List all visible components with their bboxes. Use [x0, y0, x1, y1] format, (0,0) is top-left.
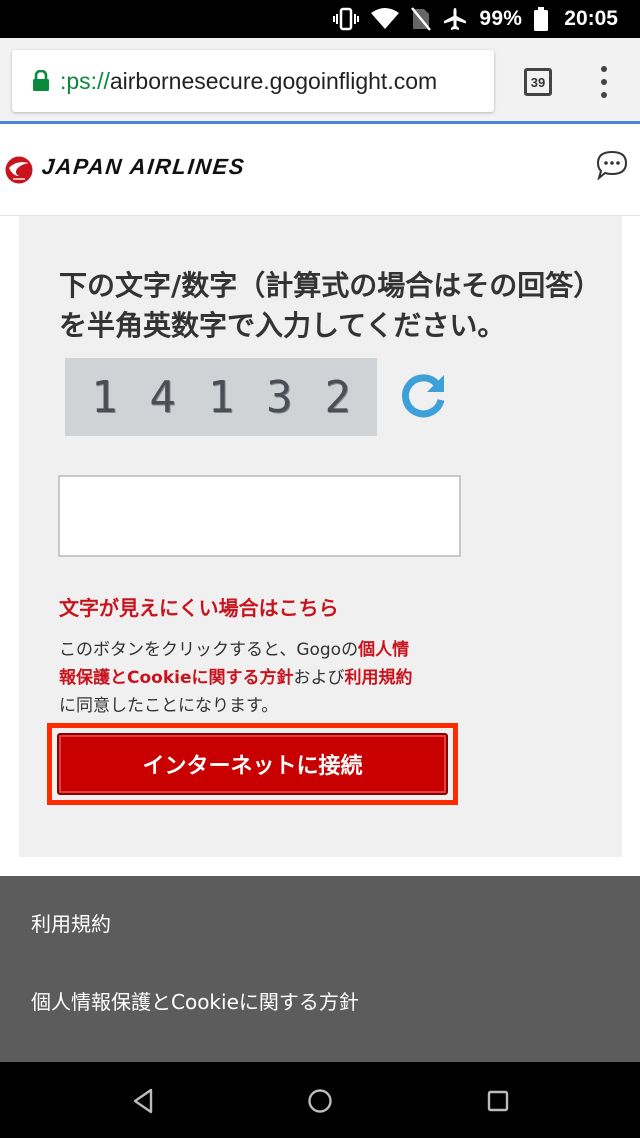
back-icon[interactable]: [131, 1088, 157, 1114]
captcha-char: 4: [149, 371, 176, 423]
captcha-char: 2: [324, 371, 352, 423]
browser-toolbar: :ps://airbornesecure.gogoinflight.com 39: [0, 38, 640, 124]
consent-pre: このボタンをクリックすると、Gogoの: [59, 640, 359, 660]
url-text: :ps://airbornesecure.gogoinflight.com: [60, 68, 437, 95]
refresh-captcha-icon[interactable]: [397, 370, 449, 422]
clock: 20:05: [564, 7, 618, 30]
no-sim-icon: [411, 7, 432, 31]
jal-crane-logo-icon[interactable]: [4, 155, 34, 185]
battery-icon: [534, 7, 549, 31]
overflow-menu-icon[interactable]: [596, 66, 612, 98]
address-bar[interactable]: :ps://airbornesecure.gogoinflight.com: [12, 50, 494, 112]
lock-icon: [33, 70, 49, 91]
url-host: airbornesecure.gogoinflight.com: [109, 67, 438, 94]
footer: 利用規約 個人情報保護とCookieに関する方針: [0, 876, 640, 1062]
recent-apps-icon[interactable]: [485, 1088, 511, 1114]
captcha-char: 1: [207, 371, 235, 423]
captcha-char: 1: [90, 371, 118, 423]
footer-privacy-link[interactable]: 個人情報保護とCookieに関する方針: [31, 986, 359, 1015]
vibrate-icon: [333, 7, 360, 31]
chat-icon[interactable]: [596, 150, 628, 180]
brand-name[interactable]: JAPAN AIRLINES: [41, 154, 247, 180]
url-scheme: :ps://: [60, 67, 110, 94]
captcha-char: 3: [266, 371, 293, 423]
wifi-icon: [371, 8, 400, 30]
consent-text: このボタンをクリックすると、Gogoの個人情報保護とCookieに関する方針およ…: [59, 636, 419, 720]
consent-mid: および: [293, 668, 345, 688]
captcha-instruction: 下の文字/数字（計算式の場合はその回答）を半角英数字で入力してください。: [59, 269, 588, 342]
status-bar: 99% 20:05: [0, 0, 640, 38]
airplane-icon: [443, 7, 467, 31]
page: 99% 20:05 :ps://airbornesecure.gogoinfli…: [0, 0, 640, 1138]
captcha-answer-input[interactable]: [58, 475, 461, 557]
site-header: JAPAN AIRLINES: [0, 124, 640, 216]
connect-internet-button[interactable]: インターネットに接続: [57, 733, 448, 795]
captcha-form-card: 下の文字/数字（計算式の場合はその回答）を半角英数字で入力してください。 1 4…: [19, 216, 622, 857]
tab-switcher-button[interactable]: 39: [524, 68, 552, 96]
hard-to-read-link[interactable]: 文字が見えにくい場合はこちら: [59, 592, 339, 621]
terms-link[interactable]: 利用規約: [345, 668, 413, 688]
footer-terms-link[interactable]: 利用規約: [31, 908, 111, 937]
home-icon[interactable]: [307, 1088, 333, 1114]
captcha-image: 1 4 1 3 2: [65, 358, 377, 436]
consent-post: に同意したことになります。: [59, 696, 279, 716]
battery-percent: 99%: [479, 7, 523, 30]
android-navigation-bar: [0, 1062, 640, 1138]
